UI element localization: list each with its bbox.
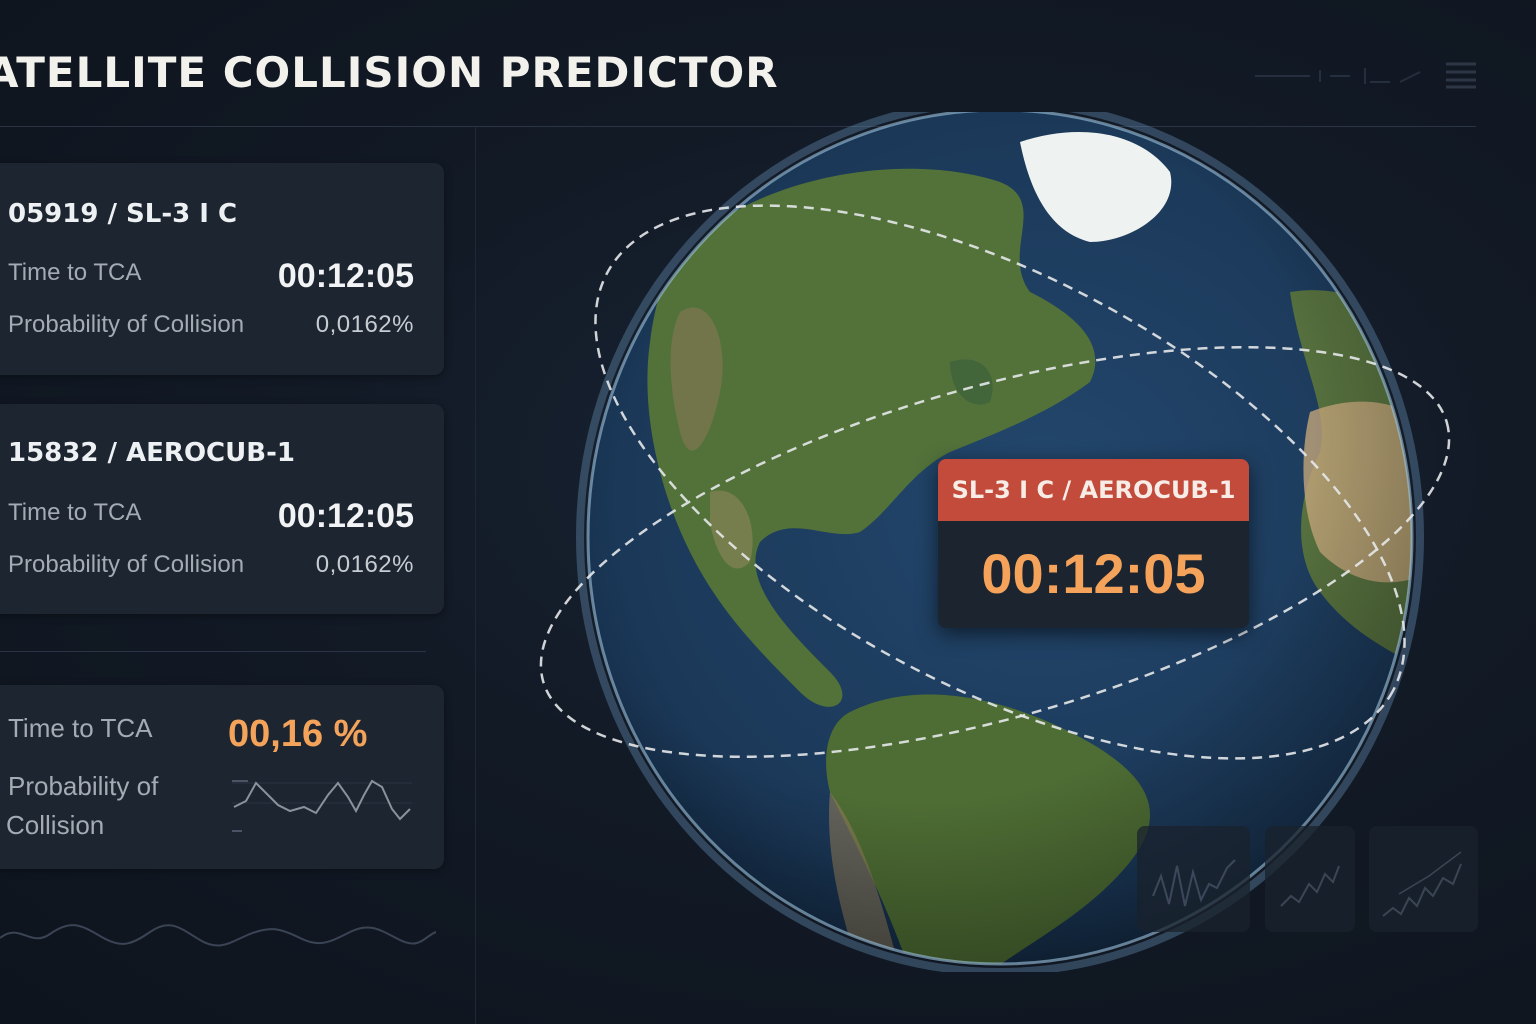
probability-label: Probability of Collision [8,311,245,338]
header-toolbar [1255,62,1476,89]
mini-chart-card[interactable] [1265,826,1355,932]
probability-sparkline [232,779,412,832]
chart-icon[interactable] [1255,68,1421,84]
summary-probability-label-line2: Collision [6,810,105,840]
menu-icon[interactable] [1446,62,1476,89]
summary-probability-label-line1: Probability of [8,771,159,801]
tca-value: 00:12:05 [277,257,414,295]
probability-label: Probability of Collision [8,551,245,578]
mini-chart-card[interactable] [1137,826,1250,932]
tooltip-countdown: 00:12:05 [981,542,1206,605]
summary-probability-value: 00,16 % [228,713,368,755]
probability-value: 0,0162% [315,551,414,578]
trend-chart-icon [1280,865,1340,907]
conjunction-card[interactable]: 15832 / AEROCUB-1 Time to TCA 00:12:05 P… [0,404,444,614]
conjunction-name: 05919 / SL-3 I C [8,199,238,229]
summary-tca-label: Time to TCA [8,713,153,743]
page-title: ATELLITE COLLISION PREDICTOR [0,48,779,97]
tca-label: Time to TCA [8,499,142,526]
line-chart-icon [1152,859,1236,907]
summary-card[interactable]: Time to TCA 00,16 % Probability of Colli… [0,685,444,869]
section-divider [0,651,426,652]
tooltip-title: SL-3 I C / AEROCUB-1 [938,459,1249,521]
tca-value: 00:12:05 [277,497,414,535]
bottom-wave-decoration [0,924,437,947]
collision-tooltip[interactable]: SL-3 I C / AEROCUB-1 00:12:05 [938,459,1249,628]
conjunction-card[interactable]: 05919 / SL-3 I C Time to TCA 00:12:05 Pr… [0,163,444,375]
panel-divider [475,127,476,1024]
rising-chart-icon [1382,851,1462,917]
mini-chart-card[interactable] [1369,826,1478,932]
probability-value: 0,0162% [315,311,414,338]
tca-label: Time to TCA [8,259,142,286]
conjunction-name: 15832 / AEROCUB-1 [8,438,295,468]
